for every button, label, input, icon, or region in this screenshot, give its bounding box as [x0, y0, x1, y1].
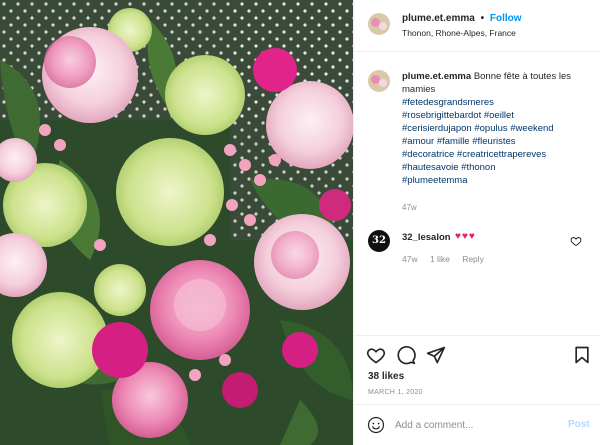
hashtag-line[interactable]: #amour #famille #fleuristes: [402, 135, 592, 148]
add-comment-input[interactable]: [395, 417, 545, 433]
profile-avatar[interactable]: [368, 13, 390, 35]
comment-meta: 47w 1 like Reply: [402, 254, 494, 264]
hashtag-line[interactable]: #cerisierdujapon #opulus #weekend: [402, 122, 592, 135]
comment-reply-button[interactable]: Reply: [462, 254, 484, 264]
header-separator: •: [480, 13, 485, 24]
follow-button[interactable]: Follow: [490, 13, 522, 24]
post-date: MARCH 1, 2020: [368, 389, 423, 396]
comment-like-heart-icon[interactable]: [570, 235, 582, 247]
location-link[interactable]: Thonon, Rhone-Alpes, France: [402, 28, 516, 38]
emoji-smiley-icon[interactable]: [367, 416, 385, 434]
caption-username[interactable]: plume.et.emma: [402, 71, 471, 82]
comment-item: 32 32_lesalon ♥♥♥ 47w 1 like Reply: [354, 228, 600, 268]
caption-timestamp: 47w: [402, 203, 417, 212]
header-username[interactable]: plume.et.emma: [402, 13, 475, 24]
header-line: plume.et.emma • Follow: [402, 13, 522, 24]
caption-text-block: plume.et.emma Bonne fête à toutes les ma…: [402, 70, 592, 187]
commenter-username[interactable]: 32_lesalon: [402, 232, 451, 243]
post-photo[interactable]: [0, 0, 353, 445]
likes-count[interactable]: 38 likes: [368, 371, 404, 382]
flower-bouquet-image: [0, 0, 353, 445]
share-send-icon[interactable]: [426, 345, 446, 365]
comment-likes[interactable]: 1 like: [430, 254, 450, 264]
hashtag-line[interactable]: #plumeetemma: [402, 174, 592, 187]
post-header: plume.et.emma • Follow Thonon, Rhone-Alp…: [354, 0, 600, 52]
hashtag-line[interactable]: #decoratrice #creatricettrapereves: [402, 148, 592, 161]
add-comment-bar: Post: [354, 404, 600, 445]
save-bookmark-icon[interactable]: [572, 345, 592, 365]
commenter-avatar[interactable]: 32: [368, 230, 390, 252]
comment-timestamp: 47w: [402, 254, 418, 264]
comment-text: ♥♥♥: [455, 231, 476, 242]
hashtag-line[interactable]: #hautesavoie #thonon: [402, 161, 592, 174]
like-heart-icon[interactable]: [366, 345, 386, 365]
caption-avatar[interactable]: [368, 70, 390, 92]
hashtag-line[interactable]: #fetedesgrandsmeres: [402, 96, 592, 109]
post-comment-button[interactable]: Post: [568, 419, 590, 430]
post-panel: plume.et.emma • Follow Thonon, Rhone-Alp…: [353, 0, 600, 445]
hashtag-line[interactable]: #rosebrigittebardot #oeillet: [402, 109, 592, 122]
comment-bubble-icon[interactable]: [396, 345, 416, 365]
